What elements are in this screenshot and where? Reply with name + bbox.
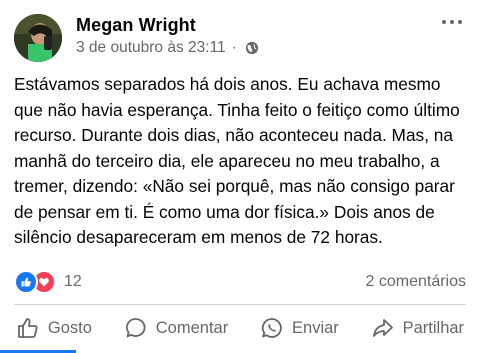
comment-icon xyxy=(125,318,146,338)
dot xyxy=(450,20,454,24)
more-options-icon[interactable] xyxy=(438,12,466,32)
dot xyxy=(442,20,446,24)
share-icon xyxy=(372,319,393,337)
like-button[interactable]: Gosto xyxy=(16,316,92,340)
share-button[interactable]: Partilhar xyxy=(371,316,464,340)
share-label: Partilhar xyxy=(402,318,465,337)
dot xyxy=(458,20,462,24)
post-timestamp[interactable]: 3 de outubro às 23:11 xyxy=(76,39,226,57)
action-bar: Gosto Comentar Enviar Partilhar xyxy=(0,306,480,350)
send-button[interactable]: Enviar xyxy=(260,316,339,340)
comments-count[interactable]: 2 comentários xyxy=(366,273,467,291)
post-meta: 3 de outubro às 23:11 · xyxy=(76,39,259,57)
post-text: Estávamos separados há dois anos. Eu ach… xyxy=(14,74,460,247)
send-label: Enviar xyxy=(292,318,339,337)
reaction-count: 12 xyxy=(64,273,82,290)
avatar[interactable] xyxy=(14,14,62,62)
author-name[interactable]: Megan Wright xyxy=(76,15,196,36)
globe-icon xyxy=(245,41,259,55)
comment-label: Comentar xyxy=(155,318,229,337)
like-label: Gosto xyxy=(47,318,92,337)
reactions-summary[interactable]: 12 xyxy=(14,270,82,294)
whatsapp-icon xyxy=(261,318,282,338)
meta-separator: · xyxy=(231,39,237,56)
reactions-bar: 12 2 comentários xyxy=(14,270,466,294)
divider xyxy=(14,304,466,305)
thumbs-up-icon xyxy=(18,318,38,338)
like-icon xyxy=(14,270,38,294)
comment-button[interactable]: Comentar xyxy=(124,316,228,340)
post-header: Megan Wright 3 de outubro às 23:11 · xyxy=(0,0,480,64)
